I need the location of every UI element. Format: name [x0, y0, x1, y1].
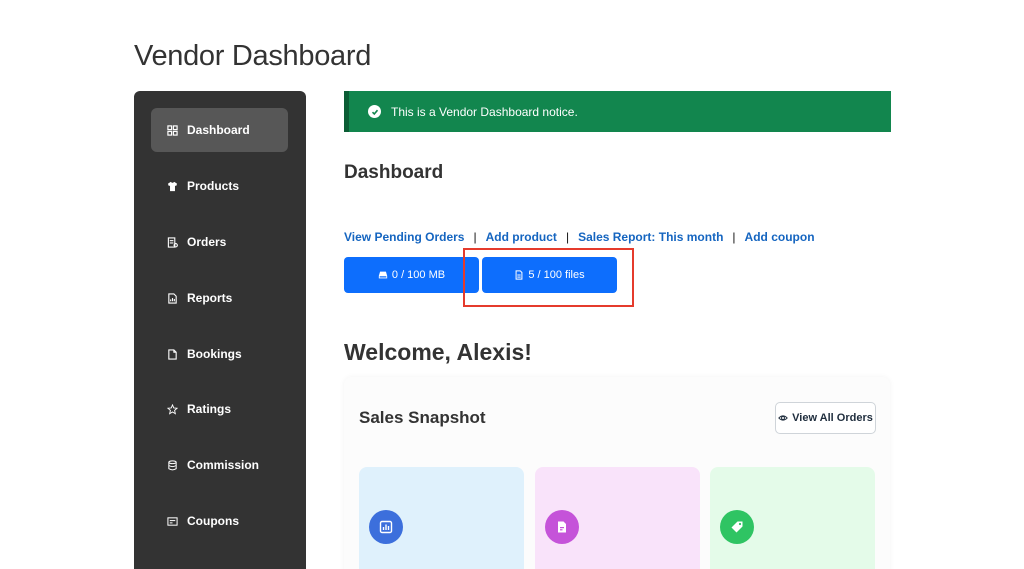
sidebar-item-label: Reports [187, 291, 233, 305]
sidebar-item-label: Orders [187, 235, 227, 249]
eye-icon [778, 415, 788, 421]
receipt-icon [165, 235, 179, 249]
sidebar-item-label: Bookings [187, 347, 242, 361]
sidebar-item-orders[interactable]: Orders [151, 220, 288, 264]
file-icon [515, 270, 523, 280]
link-separator: | [473, 230, 477, 244]
tag-icon [720, 510, 754, 544]
report-icon [165, 291, 179, 305]
bar-chart-icon [369, 510, 403, 544]
sidebar-item-products[interactable]: Products [151, 164, 288, 208]
star-icon [165, 402, 179, 416]
notice-text: This is a Vendor Dashboard notice. [391, 104, 578, 119]
add-product-link[interactable]: Add product [486, 230, 557, 244]
sidebar-item-ratings[interactable]: Ratings [151, 387, 288, 431]
snapshot-card-coupons [710, 467, 875, 569]
sidebar-item-label: Commission [187, 458, 260, 472]
document-icon [545, 510, 579, 544]
link-separator: | [732, 230, 736, 244]
calendar-icon [165, 347, 179, 361]
view-all-orders-label: View All Orders [792, 412, 873, 424]
sales-snapshot-panel: Sales Snapshot View All Orders [344, 377, 890, 569]
check-circle-icon [368, 105, 381, 118]
files-quota-button[interactable]: 5 / 100 files [482, 257, 617, 293]
sidebar-item-dashboard[interactable]: Dashboard [151, 108, 288, 152]
view-pending-orders-link[interactable]: View Pending Orders [344, 230, 464, 244]
sales-snapshot-title: Sales Snapshot [359, 408, 486, 427]
storage-quota-label: 0 / 100 MB [391, 269, 446, 281]
welcome-heading: Welcome, Alexis! [344, 339, 532, 365]
sidebar-item-coupons[interactable]: Coupons [151, 499, 288, 543]
ticket-icon [165, 514, 179, 528]
coins-icon [165, 458, 179, 472]
sidebar-item-reports[interactable]: Reports [151, 276, 288, 320]
tshirt-icon [165, 179, 179, 193]
notice-banner: This is a Vendor Dashboard notice. [344, 91, 891, 132]
page-title: Vendor Dashboard [134, 40, 372, 72]
sidebar-item-label: Ratings [187, 402, 232, 416]
sidebar: Dashboard Products Orders Reports Bookin… [134, 91, 306, 569]
hard-drive-icon [378, 271, 388, 279]
files-quota-label: 5 / 100 files [528, 269, 585, 281]
sales-report-link[interactable]: Sales Report: This month [578, 230, 723, 244]
add-coupon-link[interactable]: Add coupon [745, 230, 815, 244]
sidebar-item-commission[interactable]: Commission [151, 443, 288, 487]
sidebar-item-label: Products [187, 179, 240, 193]
link-separator: | [565, 230, 570, 244]
sidebar-item-label: Dashboard [187, 123, 250, 137]
quick-links: View Pending Orders | Add product | Sale… [344, 230, 815, 244]
snapshot-card-documents [535, 467, 700, 569]
sidebar-item-label: Coupons [187, 514, 239, 528]
snapshot-card-sales [359, 467, 524, 569]
grid-icon [165, 123, 179, 137]
sidebar-item-bookings[interactable]: Bookings [151, 332, 288, 376]
storage-quota-button[interactable]: 0 / 100 MB [344, 257, 479, 293]
section-title: Dashboard [344, 162, 444, 183]
view-all-orders-button[interactable]: View All Orders [775, 402, 876, 434]
